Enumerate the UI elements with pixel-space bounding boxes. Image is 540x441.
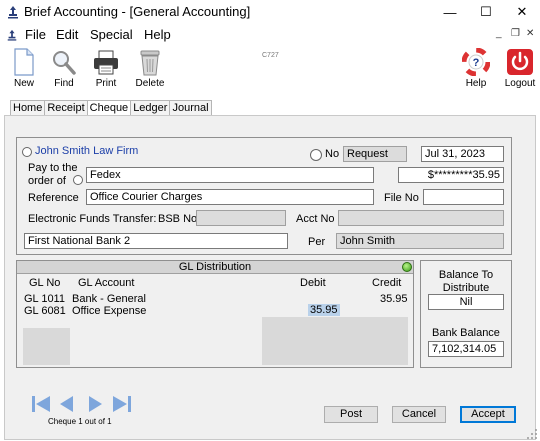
screen-code: C727 (262, 52, 279, 59)
request-field[interactable]: Request (343, 146, 407, 162)
order-of-label: order of (28, 175, 66, 187)
bank-balance-label: Bank Balance (432, 327, 500, 339)
gl-row-2-debit[interactable]: 35.95 (308, 304, 340, 316)
window-title: Brief Accounting - [General Accounting] (24, 4, 251, 19)
mdi-close-button[interactable]: ✕ (526, 28, 534, 39)
menu-bar (0, 24, 540, 46)
status-indicator-icon (402, 262, 412, 272)
lifebuoy-help-icon: ? (462, 48, 490, 76)
gl-no-entry-area[interactable] (23, 328, 70, 365)
file-no-label: File No (384, 192, 419, 204)
amount-field[interactable]: $*********35.95 (398, 167, 504, 183)
find-label: Find (54, 78, 74, 89)
pay-to-field[interactable]: Fedex (86, 167, 374, 183)
cancel-button[interactable]: Cancel (392, 406, 446, 423)
gl-row-1-no[interactable]: GL 1011 (24, 293, 65, 305)
accept-button[interactable]: Accept (460, 406, 516, 423)
power-icon (507, 49, 533, 75)
mdi-app-icon[interactable] (6, 29, 18, 41)
gl-row-1-account[interactable]: Bank - General (72, 293, 146, 305)
no-label: No (325, 148, 340, 160)
bsb-no-field[interactable] (196, 210, 286, 226)
logout-button[interactable]: Logout (502, 48, 538, 96)
bsb-no-label: BSB No (158, 213, 198, 225)
gl-distribution-title: GL Distribution (17, 261, 413, 274)
balance-to-label: Balance To (438, 269, 494, 281)
menu-help[interactable]: Help (144, 27, 171, 42)
app-logo-icon (8, 6, 18, 19)
delete-button[interactable]: Delete (132, 48, 168, 96)
eft-label: Electronic Funds Transfer: (28, 213, 157, 225)
tab-cheque[interactable]: Cheque (86, 100, 132, 116)
last-record-icon[interactable] (112, 395, 132, 413)
tab-journal[interactable]: Journal (169, 100, 212, 115)
payee-radio[interactable] (22, 147, 32, 157)
minimize-button[interactable]: — (432, 0, 468, 24)
post-button[interactable]: Post (324, 406, 378, 423)
menu-file[interactable]: File (25, 27, 46, 42)
tab-bar: Home Receipt Cheque Ledger Journal (10, 100, 212, 116)
per-field[interactable]: John Smith (336, 233, 504, 249)
close-button[interactable]: ✕ (504, 0, 540, 24)
gl-row-2-no[interactable]: GL 6081 (24, 305, 66, 317)
trash-can-icon (140, 50, 160, 76)
file-no-field[interactable] (423, 189, 504, 205)
maximize-button[interactable]: ☐ (468, 0, 504, 24)
debit-header: Debit (300, 277, 326, 289)
print-label: Print (95, 78, 117, 89)
no-radio[interactable] (310, 149, 322, 161)
help-button[interactable]: ? Help (458, 48, 494, 96)
tab-ledger[interactable]: Ledger (130, 100, 171, 115)
mdi-minimize-button[interactable]: _ (496, 28, 502, 39)
magnifier-icon (53, 51, 76, 75)
new-label: New (13, 78, 34, 89)
delete-label: Delete (135, 78, 165, 89)
logout-label: Logout (504, 78, 536, 89)
date-field[interactable]: Jul 31, 2023 (421, 146, 504, 162)
reference-field[interactable]: Office Courier Charges (86, 189, 374, 205)
mdi-restore-button[interactable]: ❐ (511, 28, 520, 39)
acct-no-field[interactable] (338, 210, 504, 226)
credit-entry-area[interactable] (334, 317, 408, 365)
tab-receipt[interactable]: Receipt (44, 100, 88, 115)
pay-to-radio[interactable] (73, 175, 83, 185)
distribute-label: Distribute (442, 282, 490, 294)
gl-row-2-account[interactable]: Office Expense (72, 305, 146, 317)
balance-value-field: Nil (428, 294, 504, 310)
menu-edit[interactable]: Edit (56, 27, 78, 42)
per-label: Per (308, 236, 326, 248)
printer-icon (94, 50, 118, 75)
gl-row-1-credit[interactable]: 35.95 (380, 293, 408, 305)
credit-header: Credit (372, 277, 402, 289)
svg-text:?: ? (473, 57, 480, 69)
help-label: Help (465, 78, 487, 89)
previous-record-icon[interactable] (59, 395, 74, 413)
gl-account-header: GL Account (78, 277, 135, 289)
next-record-icon[interactable] (88, 395, 103, 413)
reference-label: Reference (28, 192, 79, 204)
bank-balance-field: 7,102,314.05 (428, 341, 504, 357)
payee-option-label[interactable]: John Smith Law Firm (35, 145, 138, 157)
menu-special[interactable]: Special (90, 27, 133, 42)
record-status: Cheque 1 out of 1 (48, 417, 112, 426)
first-record-icon[interactable] (31, 395, 51, 413)
pay-to-label: Pay to the (28, 162, 78, 174)
acct-no-label: Acct No (296, 213, 335, 225)
print-button[interactable]: Print (88, 48, 124, 96)
new-button[interactable]: New (6, 48, 42, 96)
find-button[interactable]: Find (46, 48, 82, 96)
bank-field[interactable]: First National Bank 2 (24, 233, 288, 249)
new-document-icon (14, 48, 34, 76)
resize-grip-icon[interactable] (526, 428, 538, 440)
debit-entry-area[interactable] (262, 317, 334, 365)
tab-home[interactable]: Home (10, 100, 46, 115)
gl-no-header: GL No (29, 277, 61, 289)
